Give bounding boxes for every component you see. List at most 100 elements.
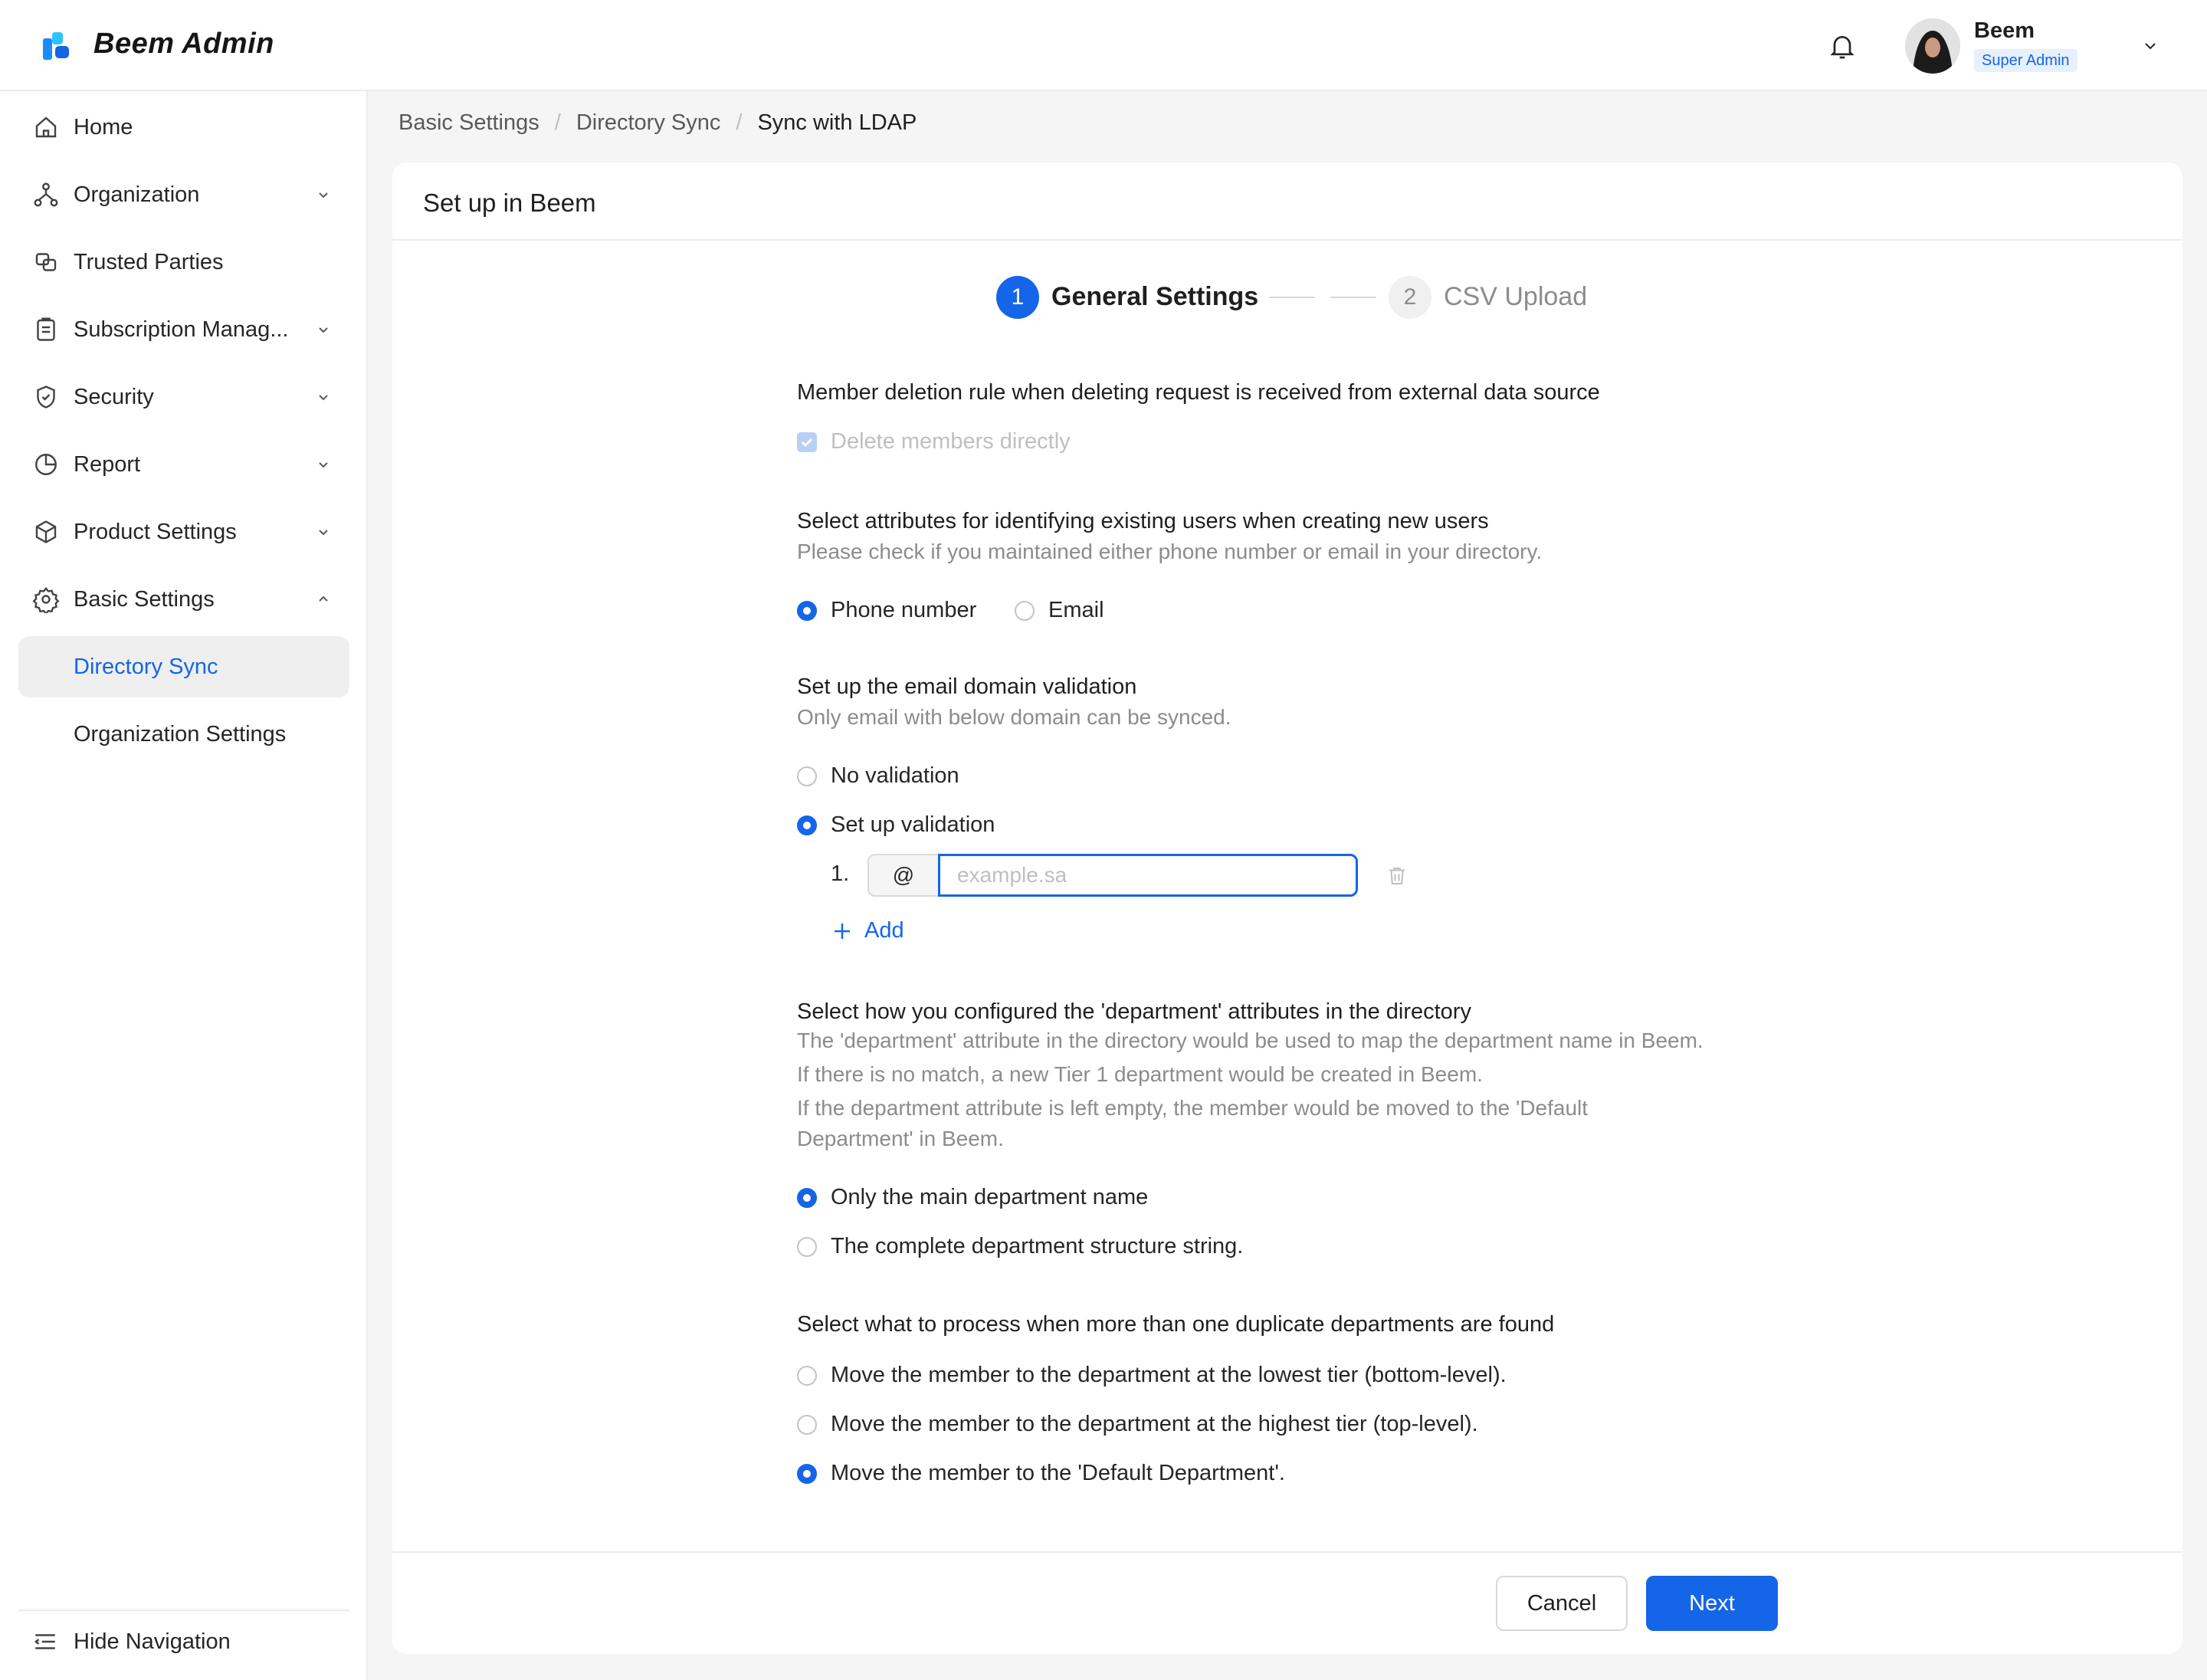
radio-label: Phone number bbox=[831, 598, 977, 622]
identify-attributes-title: Select attributes for identifying existi… bbox=[797, 509, 1489, 533]
setup-card: Set up in Beem 1 General Settings 2 CSV … bbox=[392, 162, 2182, 1654]
beem-logo-icon bbox=[43, 32, 69, 60]
card-title: Set up in Beem bbox=[423, 189, 596, 217]
trash-icon[interactable] bbox=[1386, 865, 1408, 888]
sidebar-item-label: Basic Settings bbox=[74, 586, 215, 612]
radio-label: The complete department structure string… bbox=[831, 1234, 1244, 1258]
radio-button[interactable] bbox=[797, 1236, 817, 1257]
radio-email[interactable]: Email bbox=[1015, 598, 1104, 623]
sidebar-item-report[interactable]: Report bbox=[18, 434, 349, 495]
radio-complete-structure[interactable]: The complete department structure string… bbox=[797, 1234, 1243, 1259]
org-chart-icon bbox=[34, 182, 58, 207]
radio-no-validation[interactable]: No validation bbox=[797, 763, 959, 789]
at-sign-addon: @ bbox=[867, 854, 940, 897]
email-domain-desc: Only email with below domain can be sync… bbox=[797, 705, 1231, 729]
radio-button[interactable] bbox=[797, 1414, 817, 1435]
sidebar-item-trusted-parties[interactable]: Trusted Parties bbox=[18, 231, 349, 293]
radio-button-selected[interactable] bbox=[797, 1187, 817, 1208]
chevron-down-icon bbox=[319, 530, 328, 536]
step-2-number: 2 bbox=[1389, 276, 1431, 319]
pie-chart-icon bbox=[35, 454, 57, 475]
breadcrumb: Basic Settings / Directory Sync / Sync w… bbox=[398, 110, 917, 136]
chevron-up-icon bbox=[319, 596, 328, 602]
plus-icon bbox=[835, 923, 850, 939]
breadcrumb-separator: / bbox=[736, 110, 743, 135]
step-2-label: CSV Upload bbox=[1444, 282, 1588, 311]
handshake-icon bbox=[35, 253, 57, 271]
sidebar-item-subscription[interactable]: Subscription Manag... bbox=[18, 299, 349, 360]
sidebar-item-basic-settings[interactable]: Basic Settings bbox=[18, 569, 349, 630]
step-1-label: General Settings bbox=[1051, 282, 1259, 311]
breadcrumb-separator: / bbox=[554, 110, 561, 135]
chevron-down-icon[interactable] bbox=[2141, 37, 2159, 55]
department-desc-line: The 'department' attribute in the direct… bbox=[797, 1029, 1704, 1052]
chevron-down-icon bbox=[319, 395, 328, 401]
deletion-rule-title: Member deletion rule when deleting reque… bbox=[797, 380, 1600, 405]
avatar[interactable] bbox=[1905, 18, 1960, 74]
home-icon bbox=[35, 116, 57, 138]
chevron-down-icon bbox=[319, 192, 328, 199]
sidebar-item-label: Security bbox=[74, 384, 154, 409]
shield-icon bbox=[37, 386, 55, 409]
identify-attributes-desc: Please check if you maintained either ph… bbox=[797, 540, 1543, 563]
radio-button[interactable] bbox=[797, 1365, 817, 1386]
stepper: 1 General Settings 2 CSV Upload bbox=[392, 276, 2182, 322]
radio-lowest-tier[interactable]: Move the member to the department at the… bbox=[797, 1363, 1507, 1388]
radio-label: Move the member to the department at the… bbox=[831, 1412, 1478, 1436]
sidebar-item-label: Product Settings bbox=[74, 519, 237, 544]
step-1-number: 1 bbox=[996, 276, 1039, 319]
step-connector bbox=[1269, 297, 1315, 298]
radio-button-selected[interactable] bbox=[797, 1463, 817, 1484]
sidebar: Home Organization Trusted Parties Subscr… bbox=[0, 91, 368, 1680]
radio-highest-tier[interactable]: Move the member to the department at the… bbox=[797, 1412, 1478, 1437]
radio-button[interactable] bbox=[1015, 600, 1035, 621]
sidebar-item-organization[interactable]: Organization bbox=[18, 164, 349, 225]
sidebar-item-label: Subscription Manag... bbox=[74, 317, 289, 342]
radio-phone-number[interactable]: Phone number bbox=[797, 598, 976, 623]
email-domain-title: Set up the email domain validation bbox=[797, 674, 1137, 699]
sidebar-item-security[interactable]: Security bbox=[18, 366, 349, 428]
chevron-down-icon bbox=[319, 327, 328, 333]
department-desc-line: If there is no match, a new Tier 1 depar… bbox=[797, 1062, 1483, 1086]
radio-label: Only the main department name bbox=[831, 1185, 1149, 1209]
card-footer-divider bbox=[392, 1551, 2182, 1553]
sidebar-item-directory-sync[interactable]: Directory Sync bbox=[18, 636, 349, 697]
department-desc-line: Department' in Beem. bbox=[797, 1127, 1004, 1150]
breadcrumb-directory-sync[interactable]: Directory Sync bbox=[576, 110, 721, 136]
hide-navigation-button[interactable]: Hide Navigation bbox=[18, 1611, 349, 1672]
notification-bell-icon[interactable] bbox=[1827, 31, 1858, 61]
sidebar-item-organization-settings[interactable]: Organization Settings bbox=[18, 704, 349, 765]
breadcrumb-current: Sync with LDAP bbox=[757, 110, 917, 135]
radio-default-department[interactable]: Move the member to the 'Default Departme… bbox=[797, 1461, 1285, 1486]
radio-button[interactable] bbox=[797, 766, 817, 786]
radio-set-up-validation[interactable]: Set up validation bbox=[797, 812, 995, 838]
app-title: Beem Admin bbox=[93, 28, 274, 60]
collapse-menu-icon bbox=[34, 1634, 55, 1649]
radio-label: No validation bbox=[831, 763, 959, 788]
radio-label: Email bbox=[1048, 598, 1104, 622]
add-domain-label: Add bbox=[864, 918, 904, 943]
radio-main-department[interactable]: Only the main department name bbox=[797, 1185, 1148, 1210]
step-connector bbox=[1330, 297, 1376, 298]
radio-label: Set up validation bbox=[831, 812, 995, 837]
sidebar-item-label: Directory Sync bbox=[74, 654, 218, 679]
delete-members-label: Delete members directly bbox=[831, 429, 1071, 454]
delete-members-checkbox: Delete members directly bbox=[797, 429, 1071, 454]
add-domain-button[interactable]: Add bbox=[831, 918, 904, 943]
breadcrumb-basic-settings[interactable]: Basic Settings bbox=[398, 110, 539, 136]
domain-row-number: 1. bbox=[831, 861, 850, 886]
sidebar-item-home[interactable]: Home bbox=[18, 97, 349, 158]
sidebar-item-product-settings[interactable]: Product Settings bbox=[18, 501, 349, 563]
clipboard-icon bbox=[37, 317, 55, 341]
duplicate-departments-title: Select what to process when more than on… bbox=[797, 1312, 1555, 1337]
next-button[interactable]: Next bbox=[1646, 1576, 1778, 1631]
hide-navigation-label: Hide Navigation bbox=[74, 1629, 231, 1654]
department-config-title: Select how you configured the 'departmen… bbox=[797, 999, 1471, 1024]
radio-button-selected[interactable] bbox=[797, 600, 817, 621]
radio-button-selected[interactable] bbox=[797, 815, 817, 835]
chevron-down-icon bbox=[319, 462, 328, 468]
email-domain-input[interactable] bbox=[938, 854, 1358, 897]
user-name[interactable]: Beem bbox=[1974, 18, 2035, 44]
checkbox-checked-disabled bbox=[797, 431, 817, 452]
cancel-button[interactable]: Cancel bbox=[1496, 1576, 1628, 1631]
